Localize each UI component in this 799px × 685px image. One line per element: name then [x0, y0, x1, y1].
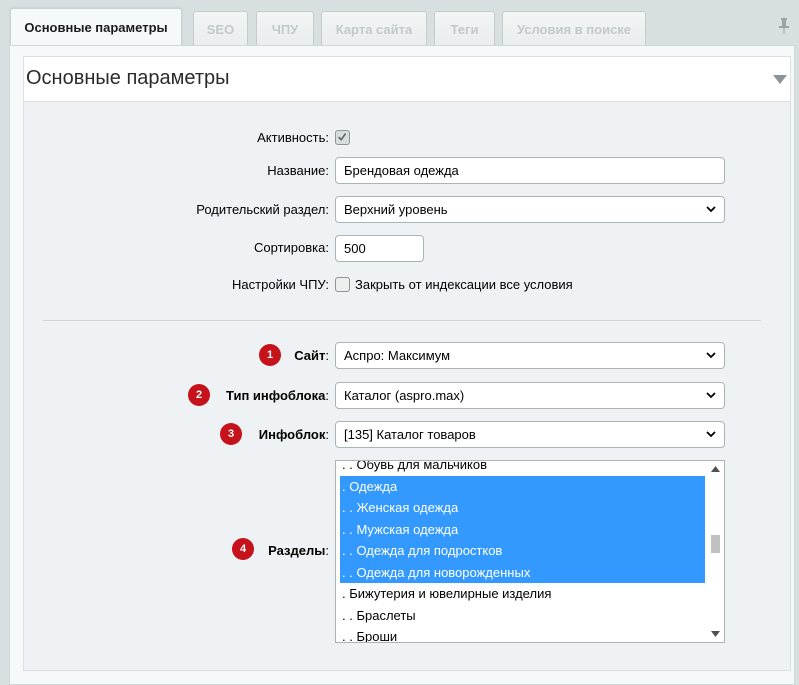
list-item[interactable]: . . Браслеты	[340, 605, 705, 627]
chevron-down-icon	[706, 352, 716, 359]
list-item[interactable]: . . Обувь для мальчиков	[340, 461, 705, 476]
activity-label: Активность:	[257, 130, 329, 145]
name-field[interactable]: Брендовая одежда	[335, 157, 725, 184]
parent-section-value: Верхний уровень	[344, 202, 448, 217]
close-indexing-label[interactable]: Закрыть от индексации все условия	[355, 277, 573, 292]
tab-seo[interactable]: SEO	[193, 11, 248, 46]
list-item[interactable]: . . Одежда для новорожденных	[340, 561, 705, 583]
step-badge-2: 2	[188, 384, 210, 406]
site-label: Сайт:	[294, 348, 329, 363]
scroll-up-icon[interactable]	[711, 466, 720, 472]
tab-chpu[interactable]: ЧПУ	[256, 11, 314, 46]
list-item[interactable]: . Одежда	[340, 475, 705, 497]
checkmark-icon	[338, 133, 347, 141]
iblock-value: [135] Каталог товаров	[344, 427, 476, 442]
name-label: Название:	[267, 163, 329, 178]
section-title: Основные параметры	[26, 67, 230, 89]
section-header[interactable]: Основные параметры	[23, 56, 791, 101]
step-badge-3: 3	[220, 423, 242, 445]
pin-icon[interactable]	[778, 18, 790, 34]
scrollbar-thumb[interactable]	[711, 535, 720, 553]
list-item[interactable]: . . Одежда для подростков	[340, 540, 705, 562]
sort-value: 500	[344, 241, 366, 256]
divider	[43, 320, 761, 321]
step-badge-4: 4	[232, 538, 254, 560]
scroll-down-icon[interactable]	[711, 631, 720, 637]
sections-listbox[interactable]: . . Обувь для мальчиков . Одежда . . Жен…	[335, 460, 725, 643]
activity-checkbox[interactable]	[335, 130, 350, 145]
iblock-select[interactable]: [135] Каталог товаров	[335, 421, 725, 448]
iblock-type-select[interactable]: Каталог (aspro.max)	[335, 382, 725, 409]
chevron-down-icon	[706, 392, 716, 399]
tab-bar: Основные параметры SEO ЧПУ Карта сайта Т…	[0, 0, 799, 46]
sections-label: Разделы:	[268, 543, 329, 558]
iblock-label: Инфоблок:	[258, 427, 329, 442]
tab-search-conditions[interactable]: Условия в поиске	[502, 11, 646, 46]
iblock-type-label: Тип инфоблока:	[226, 388, 329, 403]
tab-sitemap[interactable]: Карта сайта	[321, 11, 427, 46]
scrollbar[interactable]	[707, 461, 724, 642]
list-item[interactable]: . . Мужская одежда	[340, 518, 705, 540]
sort-field[interactable]: 500	[335, 235, 424, 262]
site-select[interactable]: Аспро: Максимум	[335, 342, 725, 369]
name-value: Брендовая одежда	[344, 163, 459, 178]
sections-options: . . Обувь для мальчиков . Одежда . . Жен…	[340, 461, 705, 642]
chevron-down-icon	[706, 431, 716, 438]
iblock-type-value: Каталог (aspro.max)	[344, 388, 465, 403]
list-item[interactable]: . . Женская одежда	[340, 497, 705, 519]
tab-tags[interactable]: Теги	[434, 11, 495, 46]
chevron-down-icon	[706, 206, 716, 213]
list-item[interactable]: . Бижутерия и ювелирные изделия	[340, 583, 705, 605]
triangle-down-icon[interactable]	[773, 75, 787, 84]
list-item[interactable]: . . Броши	[340, 626, 705, 642]
step-badge-1: 1	[259, 344, 281, 366]
tab-main-params[interactable]: Основные параметры	[10, 8, 182, 46]
parent-section-label: Родительский раздел:	[196, 202, 329, 217]
sort-label: Сортировка:	[254, 240, 329, 255]
close-indexing-checkbox[interactable]	[335, 277, 350, 292]
seo-url-label: Настройки ЧПУ:	[232, 277, 329, 292]
parent-section-select[interactable]: Верхний уровень	[335, 196, 725, 223]
site-value: Аспро: Максимум	[344, 348, 451, 363]
